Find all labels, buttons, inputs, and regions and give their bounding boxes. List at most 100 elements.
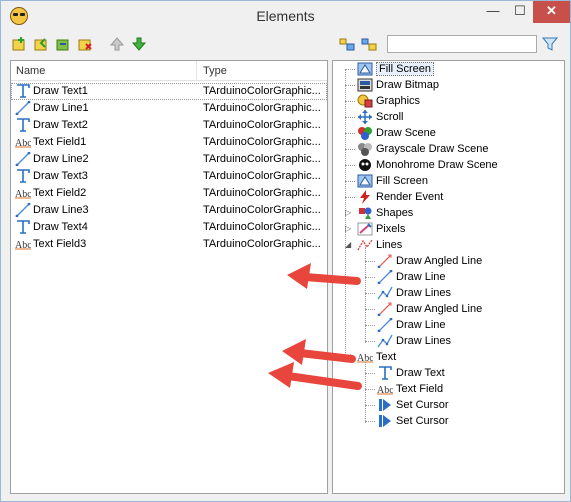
tree-item[interactable]: Draw Lines <box>377 285 451 301</box>
tree-item-label: Render Event <box>376 191 444 203</box>
tree-expander[interactable]: ▷ <box>345 224 351 233</box>
move-down-icon[interactable] <box>131 36 147 52</box>
tree-item-label: Pixels <box>376 223 406 235</box>
tree-item-label: Shapes <box>376 207 414 219</box>
tree-item[interactable]: Scroll <box>357 109 404 125</box>
row-type: TArduinoColorGraphic... <box>203 170 321 182</box>
row-name: Text Field3 <box>33 238 87 250</box>
draw-angled-line-icon <box>377 254 393 269</box>
tree-item[interactable]: Draw Angled Line <box>377 301 482 317</box>
add-element-icon[interactable] <box>11 36 27 52</box>
row-type: TArduinoColorGraphic... <box>203 187 321 199</box>
tree-guide <box>345 117 355 118</box>
close-button[interactable]: ✕ <box>533 1 570 23</box>
tree-item-label: Draw Bitmap <box>376 79 439 91</box>
tree-item[interactable]: Set Cursor <box>377 397 449 413</box>
table-row[interactable]: Draw Line2 TArduinoColorGraphic... <box>11 151 327 168</box>
row-name-cell: Draw Line3 <box>15 202 195 219</box>
tree-guide <box>345 85 355 86</box>
tree-item[interactable]: Draw Angled Line <box>377 253 482 269</box>
add-before-icon[interactable] <box>33 36 49 52</box>
draw-text-icon <box>15 169 31 183</box>
collapse-all-icon[interactable] <box>361 36 377 52</box>
filter-icon[interactable] <box>541 36 559 52</box>
row-type: TArduinoColorGraphic... <box>203 119 321 131</box>
column-header-name[interactable]: Name <box>11 61 197 81</box>
table-row[interactable]: Draw Text2 TArduinoColorGraphic... <box>11 117 327 134</box>
tree-item-label: Draw Text <box>396 367 445 379</box>
tree-item[interactable]: Lines <box>357 237 402 253</box>
tree-item[interactable]: Draw Lines <box>377 333 451 349</box>
render-event-icon <box>357 190 373 205</box>
fill-screen-icon <box>357 62 373 76</box>
row-name-cell: Draw Text3 <box>15 168 195 185</box>
text-field-icon: Abc <box>15 135 32 149</box>
tree-item[interactable]: Fill Screen <box>357 61 434 77</box>
row-name-cell: Abc Text Field3 <box>15 236 195 253</box>
tree-item[interactable]: Draw Text <box>377 365 445 381</box>
arrow-lines <box>287 263 361 289</box>
row-name-cell: Draw Line2 <box>15 151 195 168</box>
maximize-button[interactable]: ☐ <box>507 1 533 23</box>
tree-item-label: Grayscale Draw Scene <box>376 143 489 155</box>
arrow-lines-shaft <box>301 273 361 285</box>
row-type: TArduinoColorGraphic... <box>203 153 321 165</box>
column-header-type[interactable]: Type <box>197 61 327 81</box>
draw-line-icon <box>15 202 31 218</box>
tree-item[interactable]: Shapes <box>357 205 413 221</box>
minimize-button[interactable]: — <box>479 1 507 23</box>
draw-line-icon <box>15 151 31 167</box>
table-row[interactable]: Abc Text Field3 TArduinoColorGraphic... <box>11 236 327 253</box>
arrow-draw-text-shaft <box>284 372 362 390</box>
draw-text-icon <box>15 118 31 132</box>
tree-item[interactable]: Draw Line <box>377 317 446 333</box>
tree-item[interactable]: Draw Line <box>377 269 446 285</box>
tree-guide <box>365 389 375 390</box>
row-name: Draw Text3 <box>33 170 88 182</box>
tree-guide <box>365 373 375 374</box>
set-cursor-icon <box>377 398 393 412</box>
text-field-icon: Abc <box>15 186 32 200</box>
tree-item[interactable]: Draw Scene <box>357 125 436 141</box>
tree-item[interactable]: Monohrome Draw Scene <box>357 157 498 173</box>
tree-item[interactable]: Grayscale Draw Scene <box>357 141 489 157</box>
row-name-cell: Draw Text1 <box>15 83 195 100</box>
tree-item-label: Text Field <box>396 383 444 395</box>
tree-guide <box>345 69 355 70</box>
delete-element-icon[interactable] <box>77 36 93 52</box>
table-row[interactable]: Draw Line1 TArduinoColorGraphic... <box>11 100 327 117</box>
add-after-icon[interactable] <box>55 36 71 52</box>
tree-item[interactable]: Graphics <box>357 93 420 109</box>
row-name: Draw Text4 <box>33 221 88 233</box>
table-row[interactable]: Draw Line3 TArduinoColorGraphic... <box>11 202 327 219</box>
tree-item[interactable]: Fill Screen <box>357 173 428 189</box>
title-bar[interactable]: Elements — ☐ ✕ <box>1 1 570 31</box>
table-row[interactable]: Draw Text4 TArduinoColorGraphic... <box>11 219 327 236</box>
row-name: Draw Text1 <box>33 85 88 97</box>
tree-guide <box>345 197 355 198</box>
tree-item[interactable]: Pixels <box>357 221 405 237</box>
table-row[interactable]: Draw Text1 TArduinoColorGraphic... <box>11 83 327 100</box>
tree-item[interactable]: Abc Text Field <box>377 381 443 397</box>
tree-item[interactable]: Draw Bitmap <box>357 77 439 93</box>
pixels-icon <box>357 222 373 236</box>
draw-lines-icon <box>377 334 393 348</box>
tree-expander[interactable]: ▷ <box>345 208 351 217</box>
row-name: Draw Line1 <box>33 102 89 114</box>
tree-expander[interactable]: ◢ <box>345 240 351 249</box>
expand-all-icon[interactable] <box>339 36 355 52</box>
grayscale-scene-icon <box>357 142 373 157</box>
element-list[interactable]: Name Type Draw Text1 TArduinoColorGraphic… <box>10 60 328 494</box>
row-name: Text Field2 <box>33 187 87 199</box>
tree-item-label: Fill Screen <box>376 62 434 76</box>
move-up-icon[interactable] <box>109 36 125 52</box>
row-type: TArduinoColorGraphic... <box>203 136 321 148</box>
tree-item[interactable]: Set Cursor <box>377 413 449 429</box>
arrow-lines-head <box>287 263 311 289</box>
table-row[interactable]: Abc Text Field1 TArduinoColorGraphic... <box>11 134 327 151</box>
search-input[interactable] <box>387 35 537 53</box>
tree-item[interactable]: Render Event <box>357 189 443 205</box>
table-row[interactable]: Abc Text Field2 TArduinoColorGraphic... <box>11 185 327 202</box>
component-tree[interactable]: Fill Screen Draw Bitmap Graphics Scroll Draw… <box>332 60 565 494</box>
table-row[interactable]: Draw Text3 TArduinoColorGraphic... <box>11 168 327 185</box>
